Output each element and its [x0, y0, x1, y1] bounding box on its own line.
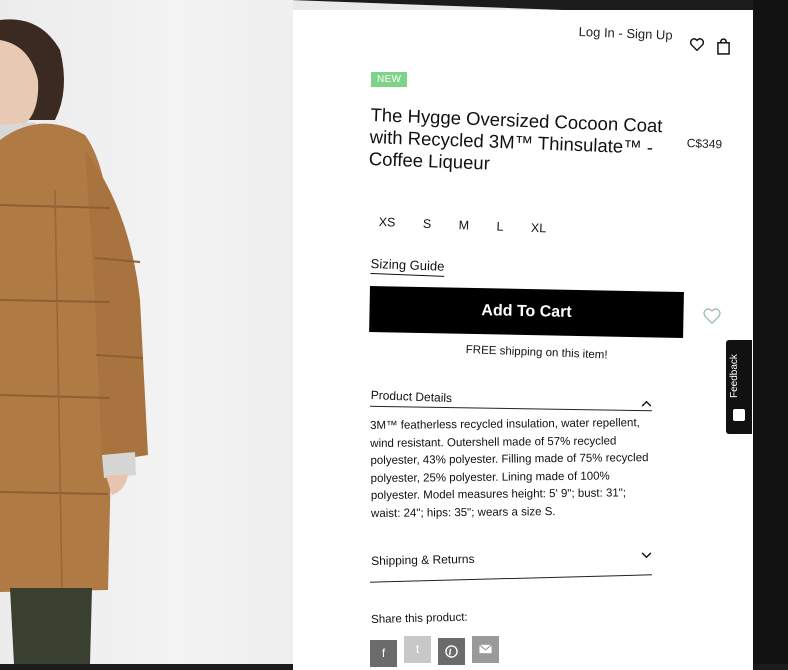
login-signup-link[interactable]: Log In - Sign Up [578, 24, 672, 43]
shopping-bag-icon[interactable] [717, 38, 730, 60]
new-badge: NEW [371, 72, 408, 87]
model-wearing-coat-image [0, 19, 148, 664]
shipping-returns-toggle[interactable]: Shipping & Returns [371, 552, 475, 568]
chevron-down-icon[interactable] [641, 546, 652, 564]
product-photo [0, 0, 293, 664]
sizing-guide-link[interactable]: Sizing Guide [370, 256, 445, 277]
device-bezel [753, 0, 788, 664]
facebook-icon[interactable]: f [370, 640, 397, 667]
size-option-xl[interactable]: XL [531, 221, 547, 236]
size-option-m[interactable]: M [458, 218, 469, 232]
size-option-l[interactable]: L [496, 220, 503, 234]
divider [370, 574, 652, 583]
wishlist-heart-icon[interactable] [703, 308, 721, 329]
feedback-label: Feedback [729, 354, 740, 398]
divider [370, 405, 652, 412]
free-shipping-note: FREE shipping on this item! [465, 344, 608, 362]
heart-icon[interactable] [689, 38, 705, 56]
size-option-s[interactable]: S [423, 217, 432, 231]
product-page: Log In - Sign Up NEW The Hygge Oversized… [293, 10, 753, 670]
add-to-cart-button[interactable]: Add To Cart [369, 286, 684, 339]
twitter-icon[interactable]: t [404, 636, 431, 663]
product-details-toggle[interactable]: Product Details [370, 388, 452, 405]
size-selector: XS S M L XL [378, 215, 570, 236]
product-price: C$349 [686, 136, 723, 152]
share-label: Share this product: [371, 611, 468, 626]
pinterest-icon[interactable] [438, 638, 465, 665]
size-option-xs[interactable]: XS [378, 215, 395, 230]
product-title: The Hygge Oversized Cocoon Coat with Rec… [368, 104, 663, 174]
email-icon[interactable] [472, 636, 499, 663]
feedback-tab[interactable]: Feedback [726, 340, 752, 434]
product-details-text: 3M™ featherless recycled insulation, wat… [370, 417, 649, 520]
feedback-icon [733, 409, 745, 421]
